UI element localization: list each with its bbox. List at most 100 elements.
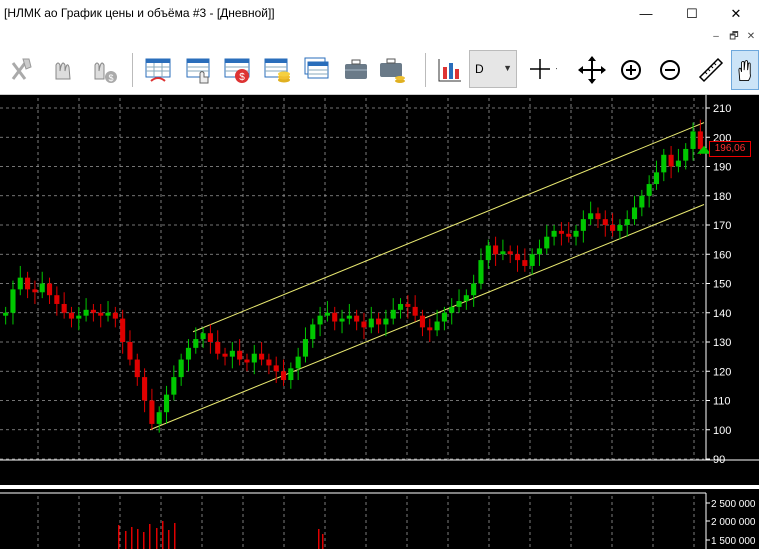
candle-body bbox=[405, 303, 411, 307]
zoom-out-icon[interactable] bbox=[655, 55, 685, 85]
price-axis-label: 110 bbox=[713, 396, 731, 408]
candle-body bbox=[25, 277, 31, 290]
maximize-button[interactable]: ☐ bbox=[669, 0, 715, 27]
candle-body bbox=[536, 248, 543, 255]
candle-body bbox=[354, 315, 360, 322]
candle-body bbox=[120, 318, 126, 342]
volume-bar bbox=[168, 530, 170, 549]
volume-bar bbox=[318, 529, 320, 549]
candle-body bbox=[624, 219, 630, 225]
candle-body bbox=[463, 295, 469, 302]
candle-body bbox=[207, 333, 213, 342]
candle-body bbox=[646, 184, 652, 196]
portfolio-icon[interactable] bbox=[341, 55, 371, 85]
cancel-all-icon[interactable]: $ bbox=[89, 55, 119, 85]
candle-body bbox=[273, 365, 279, 372]
candle-body bbox=[602, 219, 608, 225]
mdi-restore-button[interactable]: 🗗 bbox=[726, 29, 742, 45]
quotes-table-icon[interactable] bbox=[262, 55, 292, 85]
candle-body bbox=[266, 359, 272, 366]
volume-axis-label: 1 500 000 bbox=[711, 536, 756, 547]
candle-body bbox=[419, 315, 426, 328]
candle-body bbox=[244, 359, 250, 363]
candle-body bbox=[368, 318, 374, 328]
modify-order-icon[interactable] bbox=[48, 55, 78, 85]
mdi-minimize-button[interactable]: – bbox=[708, 29, 724, 45]
candle-body bbox=[17, 277, 23, 290]
candle-body bbox=[229, 350, 235, 357]
ruler-icon[interactable] bbox=[696, 55, 726, 85]
close-button[interactable]: ✕ bbox=[713, 0, 759, 27]
hand-tool-button[interactable] bbox=[731, 50, 759, 90]
trade-table-icon[interactable] bbox=[143, 55, 173, 85]
window-title: [НЛМК ао График цены и объёма #3 - [Днев… bbox=[4, 6, 275, 20]
candle-body bbox=[558, 230, 564, 234]
orders-table-icon[interactable] bbox=[184, 55, 214, 85]
candle-body bbox=[573, 230, 579, 237]
pane-splitter[interactable] bbox=[0, 485, 759, 489]
chart-bars-icon[interactable] bbox=[434, 55, 464, 85]
current-price-label: 196,06 bbox=[709, 141, 751, 157]
candle-body bbox=[478, 260, 484, 284]
candle-body bbox=[617, 225, 623, 231]
candle-body bbox=[3, 312, 9, 316]
candle-body bbox=[288, 368, 294, 381]
price-axis-label: 170 bbox=[713, 220, 731, 232]
candle-body bbox=[156, 412, 162, 424]
candle-body bbox=[76, 315, 82, 319]
candle-body bbox=[317, 315, 323, 325]
price-axis-label: 160 bbox=[713, 249, 731, 261]
candle-body bbox=[346, 315, 352, 319]
price-axis-label: 120 bbox=[713, 366, 731, 378]
candle-body bbox=[412, 306, 418, 316]
candle-body bbox=[310, 324, 316, 340]
coins-table-icon[interactable] bbox=[302, 55, 332, 85]
volume-bar bbox=[156, 528, 158, 549]
candle-body bbox=[98, 312, 104, 316]
price-axis-label: 140 bbox=[713, 308, 731, 320]
price-axis-label: 150 bbox=[713, 279, 731, 291]
mdi-close-button[interactable]: ✕ bbox=[743, 29, 759, 45]
candle-body bbox=[215, 342, 221, 354]
candle-body bbox=[661, 154, 667, 173]
candle-body bbox=[529, 254, 535, 266]
candle-body bbox=[200, 333, 206, 340]
volume-bar bbox=[322, 534, 324, 549]
volume-axis-label: 2 000 000 bbox=[711, 517, 756, 528]
candle-body bbox=[134, 359, 140, 378]
candle-body bbox=[631, 207, 638, 220]
candle-body bbox=[493, 245, 499, 255]
cancel-order-icon[interactable] bbox=[7, 55, 37, 85]
timeframe-select[interactable]: D ▼ bbox=[469, 50, 517, 88]
candle-body bbox=[46, 283, 53, 296]
candle-body bbox=[295, 356, 301, 369]
price-axis-label: 130 bbox=[713, 337, 731, 349]
candle-body bbox=[185, 347, 192, 360]
title-bar: [НЛМК ао График цены и объёма #3 - [Днев… bbox=[0, 0, 759, 27]
volume-axis-label: 2 500 000 bbox=[711, 499, 756, 510]
toolbar: $ $ D ▼ bbox=[0, 47, 759, 95]
candle-body bbox=[595, 213, 601, 220]
volume-bar bbox=[125, 531, 127, 549]
candle-body bbox=[551, 230, 557, 237]
candle-body bbox=[390, 309, 396, 319]
candle-body bbox=[61, 303, 67, 313]
candle-body bbox=[54, 295, 60, 304]
candle-body bbox=[507, 251, 513, 255]
volume-bar bbox=[174, 523, 176, 549]
candle-body bbox=[675, 160, 681, 167]
candle-body bbox=[68, 312, 75, 319]
minimize-button[interactable]: — bbox=[623, 0, 669, 27]
candle-body bbox=[127, 342, 133, 360]
candle-body bbox=[251, 353, 257, 363]
stop-orders-icon[interactable]: $ bbox=[222, 55, 252, 85]
candle-body bbox=[193, 339, 199, 348]
briefcase-icon[interactable] bbox=[377, 55, 407, 85]
candle-body bbox=[397, 303, 404, 310]
crosshair-icon[interactable] bbox=[527, 55, 557, 85]
candle-body bbox=[653, 172, 660, 185]
move-icon[interactable] bbox=[577, 55, 607, 85]
price-chart[interactable]: 21020019018017016015014013012011010090 2… bbox=[0, 95, 759, 549]
zoom-in-icon[interactable] bbox=[616, 55, 646, 85]
candle-body bbox=[668, 154, 674, 167]
